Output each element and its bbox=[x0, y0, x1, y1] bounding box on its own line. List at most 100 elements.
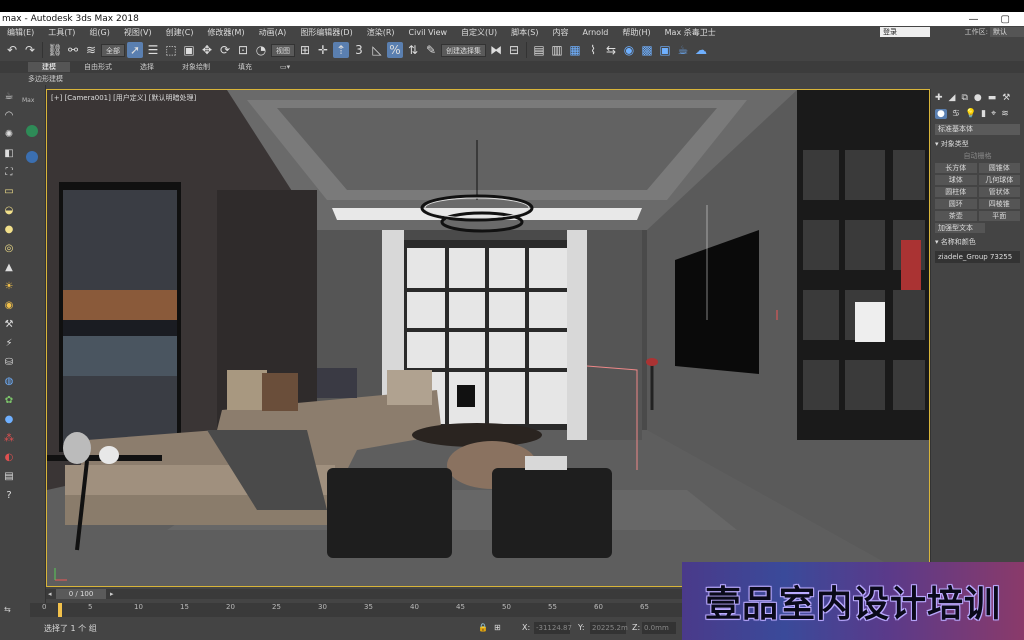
create-tab-icon[interactable]: ✚ bbox=[935, 93, 943, 103]
utilities-tab-icon[interactable]: ⚒ bbox=[1002, 93, 1010, 103]
sphere-lit-icon[interactable]: ◉ bbox=[2, 298, 16, 312]
spinner-snap-icon[interactable]: ⇅ bbox=[405, 42, 421, 58]
object-name-field[interactable]: ziadele_Group 73255 bbox=[935, 251, 1020, 263]
playhead[interactable] bbox=[58, 603, 62, 617]
object-category-dropdown[interactable]: 标准基本体 bbox=[935, 124, 1020, 135]
menu-item-max-antivirus[interactable]: Max 杀毒卫士 bbox=[658, 27, 723, 38]
wand-icon[interactable]: ⚡ bbox=[2, 336, 16, 350]
snaps-toggle-icon[interactable]: 3 bbox=[351, 42, 367, 58]
plant-icon[interactable]: ✿ bbox=[2, 393, 16, 407]
help-icon[interactable]: ? bbox=[2, 488, 16, 502]
hammer-icon[interactable]: ⚒ bbox=[2, 317, 16, 331]
workspace-dropdown[interactable]: 默认 bbox=[990, 27, 1024, 37]
tab-selection[interactable]: 选择 bbox=[126, 62, 168, 72]
link-icon[interactable]: ⛓ bbox=[47, 42, 63, 58]
unlink-icon[interactable]: ⚯ bbox=[65, 42, 81, 58]
teapot-icon[interactable]: ☕ bbox=[2, 89, 16, 103]
cylinder-button[interactable]: 圆柱体 bbox=[935, 187, 977, 197]
object-type-header[interactable]: ▾ 对象类型 bbox=[935, 139, 1020, 149]
lights-icon[interactable]: ✺ bbox=[2, 127, 16, 141]
cameras-icon[interactable]: ◧ bbox=[2, 146, 16, 160]
edit-named-selection-icon[interactable]: ✎ bbox=[423, 42, 439, 58]
textplus-button[interactable]: 加强型文本 bbox=[935, 223, 985, 233]
material-editor-icon[interactable]: ◉ bbox=[621, 42, 637, 58]
sphere-button[interactable]: 球体 bbox=[935, 175, 977, 185]
name-color-header[interactable]: ▾ 名称和颜色 bbox=[935, 237, 1020, 247]
place-icon[interactable]: ◔ bbox=[253, 42, 269, 58]
select-by-name-icon[interactable]: ☰ bbox=[145, 42, 161, 58]
schematic-view-icon[interactable]: ⇆ bbox=[603, 42, 619, 58]
menu-item-help[interactable]: 帮助(H) bbox=[615, 27, 657, 38]
menu-item-civil-view[interactable]: Civil View bbox=[402, 28, 455, 37]
menu-item-customize[interactable]: 自定义(U) bbox=[454, 27, 504, 38]
menu-item-content[interactable]: 内容 bbox=[545, 27, 575, 38]
cone-button[interactable]: 圆锥体 bbox=[978, 163, 1020, 173]
palette-icon[interactable]: ⁂ bbox=[2, 431, 16, 445]
select-move-icon[interactable]: ✥ bbox=[199, 42, 215, 58]
geometry-icon[interactable]: ● bbox=[935, 109, 947, 119]
box-icon[interactable]: ▭ bbox=[2, 184, 16, 198]
graphite-toggle-icon[interactable]: ▦ bbox=[567, 42, 583, 58]
keyboard-shortcut-icon[interactable]: ⇡ bbox=[333, 42, 349, 58]
key-filter-icon[interactable]: ⇆ bbox=[0, 605, 30, 619]
render-setup-icon[interactable]: ▩ bbox=[639, 42, 655, 58]
menu-item-scripting[interactable]: 脚本(S) bbox=[504, 27, 545, 38]
helpers-icon[interactable]: ⛶ bbox=[2, 165, 16, 179]
manipulate-icon[interactable]: ✛ bbox=[315, 42, 331, 58]
lock-selection-icon[interactable]: 🔒 bbox=[478, 623, 488, 632]
pivot-center-icon[interactable]: ⊞ bbox=[297, 42, 313, 58]
motion-tab-icon[interactable]: ● bbox=[974, 93, 982, 103]
cylinder-icon[interactable]: ● bbox=[2, 222, 16, 236]
torus-button[interactable]: 圆环 bbox=[935, 199, 977, 209]
render-cloud-icon[interactable]: ☁ bbox=[693, 42, 709, 58]
globe-icon[interactable]: ◍ bbox=[2, 374, 16, 388]
named-selection-dropdown[interactable]: 创建选择集 bbox=[441, 43, 486, 57]
green-status-icon[interactable] bbox=[26, 125, 38, 137]
render-icon[interactable]: ◐ bbox=[2, 450, 16, 464]
select-scale-icon[interactable]: ⊡ bbox=[235, 42, 251, 58]
y-coordinate-field[interactable]: 20225.2m bbox=[590, 622, 628, 634]
bind-spacewarp-icon[interactable]: ≋ bbox=[83, 42, 99, 58]
tube-button[interactable]: 管状体 bbox=[978, 187, 1020, 197]
render-production-icon[interactable]: ☕ bbox=[675, 42, 691, 58]
menu-item-animation[interactable]: 动画(A) bbox=[252, 27, 294, 38]
hierarchy-tab-icon[interactable]: ⧉ bbox=[961, 93, 967, 103]
shield-icon[interactable] bbox=[26, 151, 38, 163]
sphere-icon[interactable]: ◒ bbox=[2, 203, 16, 217]
geosphere-button[interactable]: 几何球体 bbox=[978, 175, 1020, 185]
curve-editor-icon[interactable]: ⌇ bbox=[585, 42, 601, 58]
sun-icon[interactable]: ☀ bbox=[2, 279, 16, 293]
display-tab-icon[interactable]: ▬ bbox=[988, 93, 997, 103]
selection-filter-dropdown[interactable]: 全部 bbox=[101, 43, 125, 57]
redo-icon[interactable]: ↷ bbox=[22, 42, 38, 58]
undo-icon[interactable]: ↶ bbox=[4, 42, 20, 58]
pyramid-button[interactable]: 四棱锥 bbox=[978, 199, 1020, 209]
menu-item-group[interactable]: 组(G) bbox=[82, 27, 116, 38]
menu-item-graph-editors[interactable]: 图形编辑器(D) bbox=[293, 27, 359, 38]
window-crossing-icon[interactable]: ▣ bbox=[181, 42, 197, 58]
spacewarps-icon[interactable]: ≋ bbox=[1001, 109, 1009, 119]
maximize-button[interactable]: ▢ bbox=[1001, 14, 1010, 25]
rendered-frame-icon[interactable]: ▣ bbox=[657, 42, 673, 58]
teapot-button[interactable]: 茶壶 bbox=[935, 211, 977, 221]
sign-in-dropdown[interactable]: 登录 bbox=[880, 27, 930, 37]
minimize-button[interactable]: — bbox=[969, 14, 979, 25]
lights-icon[interactable]: 💡 bbox=[965, 109, 976, 119]
prev-frame-icon[interactable]: ◂ bbox=[48, 589, 52, 599]
mirror-icon[interactable]: ⧓ bbox=[488, 42, 504, 58]
autogrid-label[interactable]: 自动栅格 bbox=[935, 151, 1020, 161]
ribbon-options-icon[interactable]: ▭▾ bbox=[266, 63, 304, 71]
menu-item-create[interactable]: 创建(C) bbox=[159, 27, 201, 38]
z-coordinate-field[interactable]: 0.0mm bbox=[642, 622, 676, 634]
select-object-icon[interactable]: ➚ bbox=[127, 42, 143, 58]
reference-coordinate-dropdown[interactable]: 视图 bbox=[271, 43, 295, 57]
cone-icon[interactable]: ▲ bbox=[2, 260, 16, 274]
time-slider[interactable]: ◂ 0 / 100 ▸ bbox=[46, 589, 682, 599]
helpers-icon[interactable]: ⌖ bbox=[991, 109, 996, 119]
ribbon-subpanel[interactable]: 多边形建模 bbox=[0, 73, 1024, 85]
document-icon[interactable]: ▤ bbox=[2, 469, 16, 483]
menu-item-views[interactable]: 视图(V) bbox=[117, 27, 159, 38]
shapes-icon[interactable]: ♋ bbox=[952, 109, 960, 119]
select-rotate-icon[interactable]: ⟳ bbox=[217, 42, 233, 58]
hierarchy-icon[interactable]: ⛁ bbox=[2, 355, 16, 369]
